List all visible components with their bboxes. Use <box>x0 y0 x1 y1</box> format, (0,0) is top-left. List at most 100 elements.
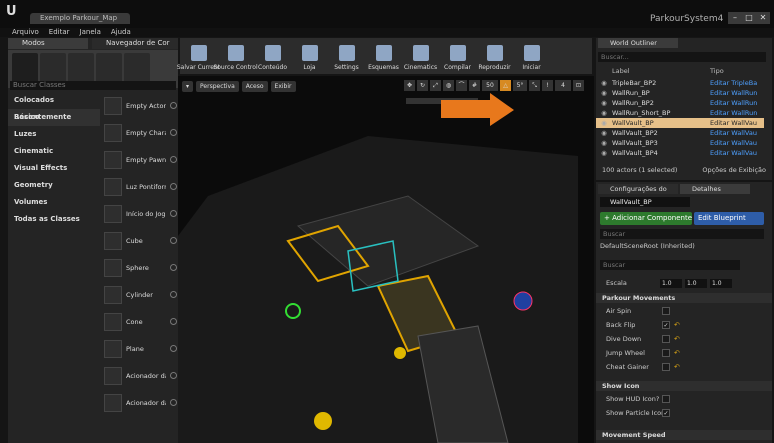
actor-name-input[interactable]: WallVault_BP <box>600 197 690 207</box>
tab-details[interactable]: Detalhes <box>680 184 750 194</box>
settings-button[interactable]: Settings <box>328 38 365 74</box>
eye-icon[interactable]: ◉ <box>596 78 612 88</box>
reset-icon[interactable]: ↶ <box>674 361 680 373</box>
table-row[interactable]: ◉ WallVault_BP3 Editar WallVau <box>596 138 764 148</box>
save-button[interactable]: Salvar Current <box>177 38 220 74</box>
category-cinematic[interactable]: Cinematic <box>8 143 100 160</box>
menu-window[interactable]: Janela <box>80 28 101 37</box>
scale-icon[interactable]: ⤢ <box>430 80 441 91</box>
table-row[interactable]: ◉ TripleBar_BP2 Editar TripleBa <box>596 78 764 88</box>
add-component-button[interactable]: + Adicionar Componente <box>600 212 692 225</box>
eye-icon[interactable]: ◉ <box>596 108 612 118</box>
level-viewport[interactable]: ▾ Perspectiva Aceso Exibir ✥ ↻ ⤢ ◍ ⌒ # 5… <box>178 76 594 443</box>
view-options-button[interactable]: Opções de Exibição <box>702 164 766 176</box>
air-spin-checkbox[interactable] <box>662 307 670 315</box>
outliner-search-input[interactable]: Buscar... <box>598 52 766 62</box>
show-hud-icon-checkbox[interactable] <box>662 395 670 403</box>
list-item[interactable]: Plane <box>100 335 178 362</box>
table-row[interactable]: ◉ WallVault_BP2 Editar WallVau <box>596 128 764 138</box>
launch-button[interactable]: Iniciar <box>513 38 550 74</box>
list-item[interactable]: Sphere <box>100 254 178 281</box>
scale-x-field[interactable]: 1.0 <box>660 278 682 288</box>
list-item[interactable]: Início do Jog <box>100 200 178 227</box>
details-search-input[interactable]: Buscar <box>600 260 740 270</box>
rotate-icon[interactable]: ↻ <box>417 80 428 91</box>
blueprints-button[interactable]: Esquemas <box>365 38 402 74</box>
scale-snap-icon[interactable]: ⤡ <box>529 80 540 91</box>
eye-icon[interactable]: ◉ <box>596 148 612 158</box>
category-geometry[interactable]: Geometry <box>8 177 100 194</box>
category-recent[interactable]: Colocados Recentemente <box>8 92 100 121</box>
angle-snap-value[interactable]: 5° <box>513 80 527 91</box>
document-tab[interactable]: Exemplo Parkour_Map <box>30 13 130 24</box>
table-row[interactable]: ◉ WallRun_Short_BP Editar WallRun <box>596 108 764 118</box>
cinematics-button[interactable]: Cinematics <box>402 38 439 74</box>
grid-icon[interactable]: # <box>469 80 480 91</box>
list-item[interactable]: Cylinder <box>100 281 178 308</box>
reset-icon[interactable]: ↶ <box>674 347 680 359</box>
surface-snap-icon[interactable]: ⌒ <box>456 80 467 91</box>
camera-speed-value[interactable]: 4 <box>555 80 571 91</box>
eye-icon[interactable]: ◉ <box>596 88 612 98</box>
scale-z-field[interactable]: 1.0 <box>710 278 732 288</box>
source-control-button[interactable]: Source Control <box>213 38 258 74</box>
section-show-icon[interactable]: Show Icon <box>596 381 772 391</box>
minimize-button[interactable]: – <box>728 12 742 24</box>
show-button[interactable]: Exibir <box>270 80 296 92</box>
reset-icon[interactable]: ↶ <box>674 333 680 345</box>
play-button[interactable]: Reproduzir <box>476 38 513 74</box>
table-row[interactable]: ◉ WallVault_BP4 Editar WallVau <box>596 148 764 158</box>
category-lights[interactable]: Luzes <box>8 126 100 143</box>
list-item[interactable]: Acionador da <box>100 362 178 389</box>
eye-icon[interactable]: ◉ <box>596 128 612 138</box>
jump-wheel-checkbox[interactable] <box>662 349 670 357</box>
show-particle-icon-checkbox[interactable]: ✓ <box>662 409 670 417</box>
category-all-classes[interactable]: Todas as Classes <box>8 211 100 228</box>
tab-world-settings[interactable]: Configurações do <box>598 184 678 194</box>
category-visual-effects[interactable]: Visual Effects <box>8 160 100 177</box>
list-item[interactable]: Empty Pawn <box>100 146 178 173</box>
viewport-menu-button[interactable]: ▾ <box>182 80 194 92</box>
scale-y-field[interactable]: 1.0 <box>685 278 707 288</box>
scale-snap-value[interactable]: ! <box>542 80 553 91</box>
list-item[interactable]: Empty Chara <box>100 119 178 146</box>
section-parkour-movements[interactable]: Parkour Movements <box>596 293 772 303</box>
menu-edit[interactable]: Editar <box>49 28 70 37</box>
table-row[interactable]: ◉ WallRun_BP2 Editar WallRun <box>596 98 764 108</box>
maximize-viewport-icon[interactable]: ⊡ <box>573 80 584 91</box>
list-item[interactable]: Luz Pontiform <box>100 173 178 200</box>
close-button[interactable]: ✕ <box>756 12 770 24</box>
eye-icon[interactable]: ◉ <box>596 118 612 128</box>
table-row-selected[interactable]: ◉ WallVault_BP Editar WallVau <box>596 118 764 128</box>
lit-button[interactable]: Aceso <box>241 80 268 92</box>
cheat-gainer-checkbox[interactable] <box>662 363 670 371</box>
column-label[interactable]: Label <box>612 66 710 76</box>
perspective-button[interactable]: Perspectiva <box>196 80 239 92</box>
maximize-button[interactable]: □ <box>742 12 756 24</box>
content-button[interactable]: Conteúdo <box>254 38 291 74</box>
marketplace-button[interactable]: Loja <box>291 38 328 74</box>
build-button[interactable]: Compilar <box>439 38 476 74</box>
section-movement-speed[interactable]: Movement Speed <box>596 430 772 440</box>
component-search-input[interactable]: Buscar <box>600 229 764 239</box>
search-classes-input[interactable]: Buscar Classes <box>10 81 176 90</box>
menu-help[interactable]: Ajuda <box>111 28 131 37</box>
dive-down-checkbox[interactable] <box>662 335 670 343</box>
list-item[interactable]: Cone <box>100 308 178 335</box>
category-volumes[interactable]: Volumes <box>8 194 100 211</box>
eye-icon[interactable]: ◉ <box>596 98 612 108</box>
back-flip-checkbox[interactable]: ✓ <box>662 321 670 329</box>
reset-icon[interactable]: ↶ <box>674 319 680 331</box>
table-row[interactable]: ◉ WallRun_BP Editar WallRun <box>596 88 764 98</box>
list-item[interactable]: Acionador da <box>100 389 178 416</box>
column-type[interactable]: Tipo <box>710 66 764 76</box>
menu-file[interactable]: Arquivo <box>12 28 39 37</box>
edit-blueprint-button[interactable]: Edit Blueprint <box>694 212 764 225</box>
list-item[interactable]: Cube <box>100 227 178 254</box>
translate-icon[interactable]: ✥ <box>404 80 415 91</box>
grid-snap-value[interactable]: 50 <box>482 80 498 91</box>
tab-world-outliner[interactable]: World Outliner <box>598 38 678 48</box>
eye-icon[interactable]: ◉ <box>596 138 612 148</box>
tab-modes[interactable]: Modos <box>8 38 88 49</box>
angle-snap-icon[interactable]: △ <box>500 80 511 91</box>
